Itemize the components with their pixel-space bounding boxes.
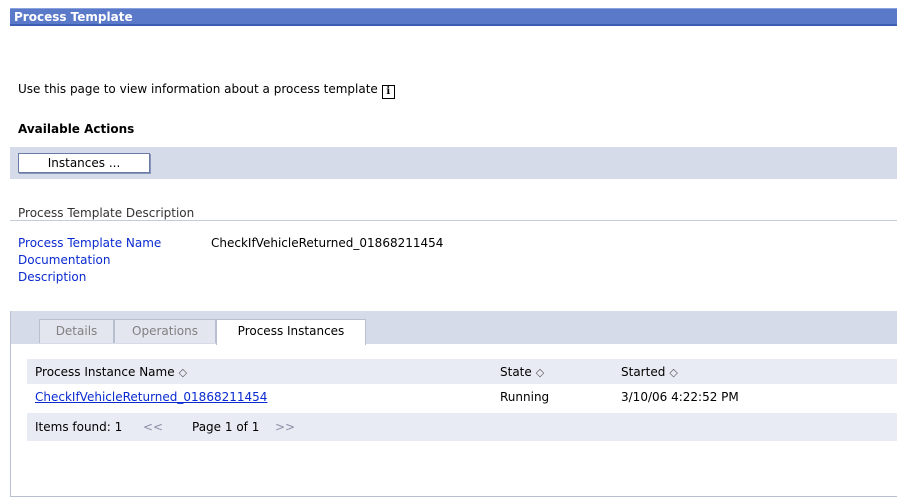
prev-page-link[interactable]: << [143, 420, 163, 434]
sort-icon[interactable]: ◇ [669, 366, 677, 379]
instance-started: 3/10/06 4:22:52 PM [621, 390, 739, 404]
instances-button[interactable]: Instances ... [18, 153, 150, 173]
tab-details[interactable]: Details [39, 319, 114, 343]
tab-process-instances[interactable]: Process Instances [216, 319, 366, 345]
available-actions-heading: Available Actions [18, 122, 135, 136]
column-header-name-label: Process Instance Name [35, 365, 175, 379]
instance-name-link[interactable]: CheckIfVehicleReturned_01868211454 [35, 390, 267, 404]
table-row: CheckIfVehicleReturned_01868211454 Runni… [27, 384, 897, 409]
field-value-process-template-name: CheckIfVehicleReturned_01868211454 [211, 236, 444, 250]
column-header-state[interactable]: State ◇ [500, 365, 544, 379]
next-page-link[interactable]: >> [275, 420, 295, 434]
column-header-state-label: State [500, 365, 532, 379]
items-found: Items found: 1 [35, 420, 123, 434]
tab-panel: Details Operations Process Instances Pro… [10, 311, 897, 497]
tab-operations[interactable]: Operations [114, 319, 216, 343]
sort-icon[interactable]: ◇ [536, 366, 544, 379]
info-icon[interactable]: i [381, 85, 395, 99]
column-header-started[interactable]: Started ◇ [621, 365, 678, 379]
pagination-bar: Items found: 1 << Page 1 of 1 >> [27, 413, 897, 441]
sort-icon[interactable]: ◇ [179, 366, 187, 379]
page-indicator: Page 1 of 1 [192, 420, 260, 434]
intro-text: Use this page to view information about … [18, 82, 395, 99]
table-header: Process Instance Name ◇ State ◇ Started ◇ [27, 359, 897, 384]
action-bar: Instances ... [10, 147, 897, 179]
field-label-description: Description [18, 270, 87, 284]
instance-state: Running [500, 390, 550, 404]
title-bar: Process Template [10, 8, 897, 26]
intro-label: Use this page to view information about … [18, 82, 378, 96]
field-label-documentation: Documentation [18, 253, 111, 267]
divider [10, 220, 897, 221]
description-heading: Process Template Description [18, 206, 195, 220]
field-label-process-template-name: Process Template Name [18, 236, 162, 250]
page-title: Process Template [14, 10, 133, 24]
column-header-name[interactable]: Process Instance Name ◇ [35, 365, 187, 379]
column-header-started-label: Started [621, 365, 666, 379]
tab-strip: Details Operations Process Instances [11, 311, 897, 345]
